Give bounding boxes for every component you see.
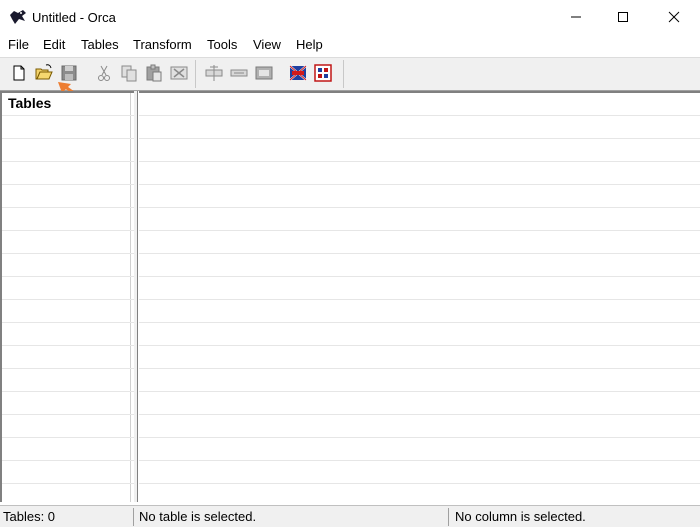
toolbar — [0, 58, 700, 91]
menu-tables[interactable]: Tables — [81, 37, 119, 52]
status-table-selection: No table is selected. — [139, 509, 257, 524]
grid-row-line — [139, 276, 700, 277]
tables-header: Tables — [8, 95, 52, 111]
list-row-line — [2, 207, 134, 208]
list-row-line — [2, 460, 134, 461]
paste-icon[interactable] — [144, 63, 164, 83]
status-column-selection: No column is selected. — [455, 509, 586, 524]
list-row-line — [2, 322, 134, 323]
pane-divider — [130, 93, 131, 502]
merge-module-icon[interactable] — [313, 63, 333, 83]
grid-row-line — [139, 460, 700, 461]
grid-row-line — [139, 230, 700, 231]
add-row-icon[interactable] — [204, 63, 224, 83]
list-row-line — [2, 161, 134, 162]
grid-row-line — [139, 437, 700, 438]
minimize-icon — [571, 16, 581, 17]
grid-row-line — [139, 368, 700, 369]
list-row-line — [2, 345, 134, 346]
drop-row-icon[interactable] — [229, 63, 249, 83]
list-row-line — [2, 276, 134, 277]
open-folder-icon[interactable] — [34, 63, 54, 83]
list-row-line — [2, 230, 134, 231]
table-data-pane[interactable] — [139, 91, 700, 502]
toolbar-separator — [343, 60, 344, 88]
grid-row-line — [139, 207, 700, 208]
menu-transform[interactable]: Transform — [133, 37, 192, 52]
menu-edit[interactable]: Edit — [43, 37, 65, 52]
new-file-icon[interactable] — [9, 63, 29, 83]
grid-row-line — [139, 322, 700, 323]
grid-row-line — [139, 115, 700, 116]
maximize-button[interactable] — [600, 0, 646, 33]
maximize-icon — [618, 11, 628, 22]
status-tables-count: Tables: 0 — [3, 509, 56, 524]
menu-bar: File Edit Tables Transform Tools View He… — [0, 33, 700, 58]
grid-row-line — [139, 391, 700, 392]
grid-row-line — [139, 161, 700, 162]
title-bar: Untitled - Orca — [0, 0, 700, 33]
list-row-line — [2, 437, 134, 438]
copy-icon[interactable] — [119, 63, 139, 83]
list-row-line — [2, 483, 134, 484]
grid-row-line — [139, 253, 700, 254]
orca-app-icon — [10, 10, 26, 24]
grid-row-line — [139, 345, 700, 346]
tables-list-pane[interactable]: Tables — [0, 91, 134, 502]
close-button[interactable] — [651, 0, 697, 33]
delete-icon[interactable] — [169, 63, 189, 83]
list-row-line — [2, 253, 134, 254]
pane-splitter[interactable] — [134, 91, 138, 502]
grid-row-line — [139, 299, 700, 300]
toolbar-separator — [195, 60, 196, 88]
list-row-line — [2, 138, 134, 139]
grid-row-line — [139, 483, 700, 484]
close-icon — [668, 11, 680, 22]
list-row-line — [2, 299, 134, 300]
table-icon[interactable] — [254, 63, 274, 83]
window-title: Untitled - Orca — [32, 10, 116, 25]
status-bar: Tables: 0 No table is selected. No colum… — [0, 505, 700, 527]
list-row-line — [2, 184, 134, 185]
cut-icon[interactable] — [94, 63, 114, 83]
minimize-button[interactable] — [553, 0, 599, 33]
status-divider — [448, 508, 449, 526]
list-row-line — [2, 115, 134, 116]
menu-tools[interactable]: Tools — [207, 37, 237, 52]
save-icon[interactable] — [59, 63, 79, 83]
list-row-line — [2, 368, 134, 369]
grid-row-line — [139, 184, 700, 185]
validate-icon[interactable] — [288, 63, 308, 83]
menu-view[interactable]: View — [253, 37, 281, 52]
status-divider — [133, 508, 134, 526]
menu-help[interactable]: Help — [296, 37, 323, 52]
grid-row-line — [139, 414, 700, 415]
list-row-line — [2, 391, 134, 392]
list-row-line — [2, 414, 134, 415]
grid-row-line — [139, 138, 700, 139]
menu-file[interactable]: File — [8, 37, 29, 52]
